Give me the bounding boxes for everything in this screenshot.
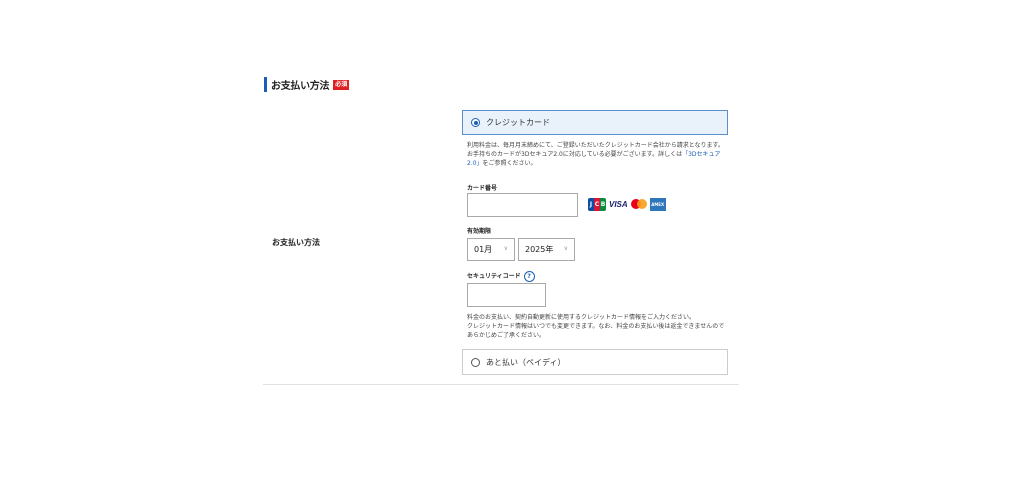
paidy-option[interactable]: あと払い（ペイディ） xyxy=(462,349,728,375)
note-line-2-text: お手持ちのカードが3Dセキュア2.0に対応している必要がございます。詳しくは xyxy=(467,151,683,158)
note-line-2: お手持ちのカードが3Dセキュア2.0に対応している必要がございます。詳しくは「3… xyxy=(467,150,729,168)
security-code-label: セキュリティコード xyxy=(467,273,521,280)
chevron-down-icon: ∨ xyxy=(503,245,508,252)
card-info-note: 料金のお支払い、契約自動更新に使用するクレジットカード情報をご入力ください。 ク… xyxy=(467,313,729,340)
expiry-year-value: 2025年 xyxy=(525,245,554,254)
required-badge: 必須 xyxy=(333,79,350,90)
note-line-1: 利用料金は、毎月月末締めにて、ご登録いただいたクレジットカード会社から請求となり… xyxy=(467,142,724,149)
chevron-down-icon: ∨ xyxy=(563,245,568,252)
section-accent-bar xyxy=(264,77,267,92)
jcb-icon: JCB xyxy=(588,198,606,211)
paidy-radio[interactable] xyxy=(471,357,480,367)
expiry-year-select[interactable]: 2025年 ∨ xyxy=(518,238,575,261)
card-brands: JCB VISA AMEX xyxy=(588,198,666,211)
section-title: お支払い方法 xyxy=(271,81,330,92)
credit-card-option-label: クレジットカード xyxy=(486,118,550,127)
expiry-month-select[interactable]: 01月 ∨ xyxy=(467,238,515,261)
section-header: お支払い方法 必須 xyxy=(264,77,350,92)
security-code-label-row: セキュリティコード? xyxy=(467,271,535,282)
card-number-input[interactable] xyxy=(467,193,578,217)
credit-card-note: 利用料金は、毎月月末締めにて、ご登録いただいたクレジットカード会社から請求となり… xyxy=(467,141,729,168)
note-bottom-line-1: 料金のお支払い、契約自動更新に使用するクレジットカード情報をご入力ください。 xyxy=(467,314,696,321)
paidy-option-label: あと払い（ペイディ） xyxy=(486,357,566,367)
expiry-label: 有効期限 xyxy=(467,228,492,235)
credit-card-radio[interactable] xyxy=(471,118,480,127)
section-divider xyxy=(263,384,739,385)
credit-card-option[interactable]: クレジットカード xyxy=(462,110,728,135)
payment-method-label: お支払い方法 xyxy=(272,238,320,247)
expiry-month-value: 01月 xyxy=(474,245,493,254)
mastercard-icon xyxy=(630,199,647,210)
amex-icon: AMEX xyxy=(649,198,666,211)
help-icon[interactable]: ? xyxy=(523,271,535,282)
card-number-label: カード番号 xyxy=(467,185,498,192)
visa-icon: VISA xyxy=(609,200,628,209)
security-code-input[interactable] xyxy=(467,283,546,307)
note-bottom-line-2: クレジットカード情報はいつでも変更できます。なお、料金のお支払い後は返金できませ… xyxy=(467,323,725,339)
note-line-2-suffix: をご参照ください。 xyxy=(482,160,537,167)
